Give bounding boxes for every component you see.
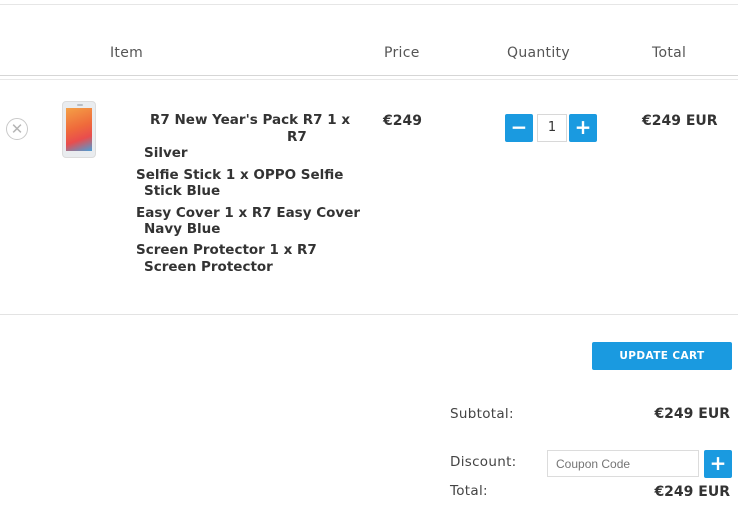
subtotal-value: €249 EUR [654, 406, 730, 422]
coupon-code-input[interactable] [547, 450, 699, 477]
product-name-line: Stick Blue [144, 183, 221, 199]
subtotal-label: Subtotal: [450, 406, 514, 422]
product-name-line: Screen Protector 1 x R7 [136, 242, 317, 258]
column-header-price: Price [384, 45, 420, 61]
column-header-item: Item [110, 45, 144, 61]
top-divider [0, 4, 738, 5]
quantity-input[interactable]: 1 [537, 114, 567, 142]
total-label: Total: [450, 483, 488, 499]
column-header-quantity: Quantity [507, 45, 570, 61]
grand-total-value: €249 EUR [654, 484, 730, 500]
item-price: €249 [383, 113, 422, 129]
product-name-line: Navy Blue [144, 221, 221, 237]
apply-coupon-button[interactable]: + [704, 450, 732, 478]
column-header-total: Total [652, 45, 687, 61]
remove-item-icon[interactable]: ✕ [6, 118, 28, 140]
product-name-line: Silver [144, 145, 188, 161]
row-divider [0, 314, 738, 315]
header-divider [0, 75, 738, 76]
phone-camera-detail [77, 104, 83, 106]
quantity-decrease-button[interactable]: − [505, 114, 533, 142]
phone-screen-image [66, 108, 92, 151]
product-name-line[interactable]: R7 New Year's Pack R7 1 x [150, 111, 350, 129]
item-total: €249 EUR [642, 113, 718, 129]
quantity-increase-button[interactable]: + [569, 114, 597, 142]
header-divider-secondary [0, 79, 738, 80]
product-name-line: Screen Protector [144, 259, 273, 275]
product-name-line[interactable]: R7 [287, 128, 307, 146]
discount-label: Discount: [450, 454, 517, 470]
update-cart-button[interactable]: UPDATE CART [592, 342, 732, 370]
product-thumbnail[interactable] [62, 101, 96, 158]
